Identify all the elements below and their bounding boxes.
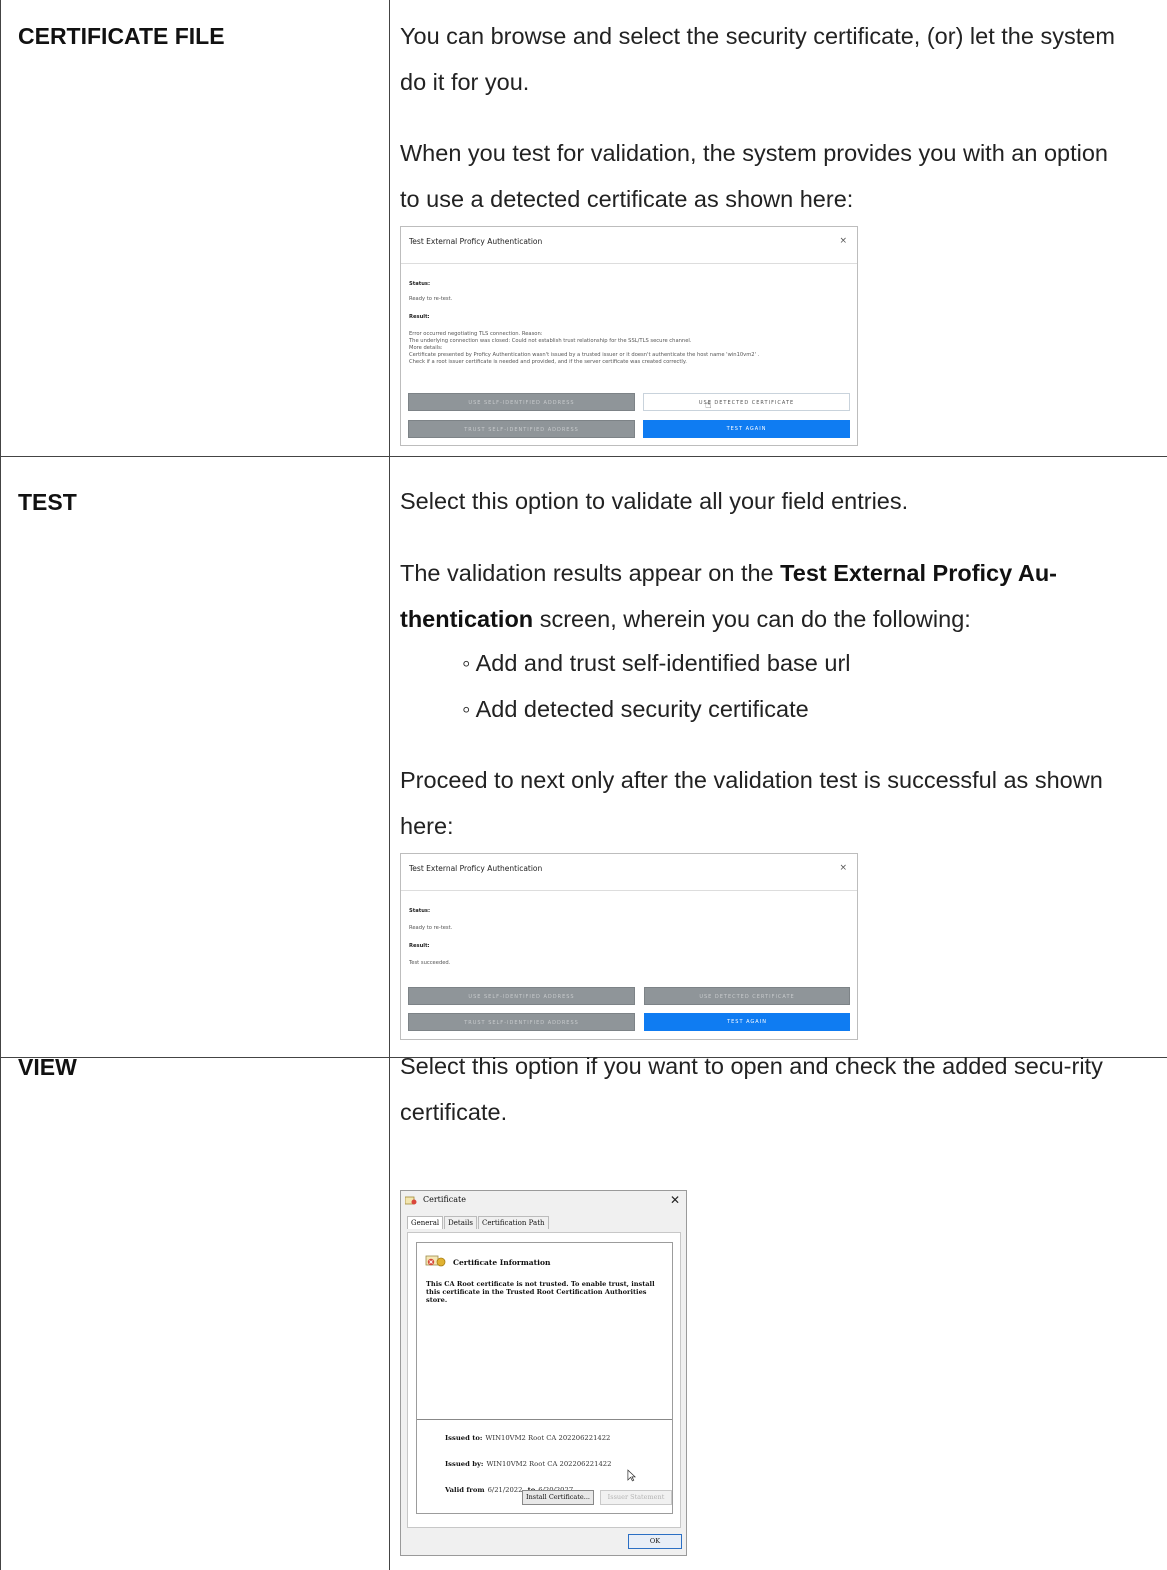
result-line: Error occurred negotiating TLS connectio… — [409, 331, 543, 337]
test-results-text-end: screen, wherein you can do the following… — [533, 606, 971, 632]
close-icon: × — [839, 236, 847, 246]
certificate-info-title: Certificate Information — [453, 1258, 551, 1267]
test-again-button: TEST AGAIN — [643, 420, 850, 438]
hand-cursor-icon: ☝ — [705, 398, 712, 411]
result-line: Check if a root issuer certificate is ne… — [409, 359, 687, 365]
valid-from-value: 6/21/2022 — [487, 1486, 523, 1494]
result-value: Test succeeded. — [409, 960, 451, 966]
certificate-trust-warning: This CA Root certificate is not trusted.… — [426, 1280, 655, 1305]
test-dialog-success-screenshot: Test External Proficy Authentication × S… — [400, 853, 858, 1040]
use-detected-certificate-button: USE DETECTED CERTIFICATE — [644, 987, 850, 1005]
test-dialog-failure-screenshot: Test External Proficy Authentication × S… — [400, 226, 858, 446]
close-icon: ✕ — [669, 1193, 680, 1207]
certificate-icon — [405, 1196, 417, 1205]
valid-from-label: Valid from — [445, 1486, 485, 1494]
bullet-item: ◦ Add detected security certificate — [462, 686, 809, 732]
certificate-file-description: You can browse and select the security c… — [400, 23, 1115, 95]
table-column-divider — [389, 0, 390, 1570]
status-value: Ready to re-test. — [409, 296, 453, 302]
status-label: Status: — [409, 281, 431, 287]
dialog-title: Test External Proficy Authentication — [409, 864, 543, 873]
bullet-icon: ◦ — [462, 696, 471, 722]
bullet-text: Add and trust self-identified base url — [475, 650, 851, 676]
use-detected-certificate-button: USE DETECTED CERTIFICATE — [643, 393, 850, 411]
row-label-test: TEST — [18, 489, 77, 515]
test-success-note: Proceed to next only after the validatio… — [400, 767, 1103, 839]
status-value: Ready to re-test. — [409, 925, 453, 931]
dialog-title: Test External Proficy Authentication — [409, 237, 543, 246]
table-left-border — [0, 0, 1, 1570]
test-description: Select this option to validate all your … — [400, 488, 909, 514]
issued-to-label: Issued to: — [445, 1434, 483, 1442]
close-icon: × — [839, 863, 847, 873]
test-again-button: TEST AGAIN — [644, 1013, 850, 1031]
result-label: Result: — [409, 314, 430, 320]
use-self-identified-address-button: USE SELF-IDENTIFIED ADDRESS — [408, 393, 635, 411]
row-divider-1 — [0, 456, 1167, 457]
trust-self-identified-address-button: TRUST SELF-IDENTIFIED ADDRESS — [408, 1013, 635, 1031]
bullet-icon: ◦ — [462, 650, 471, 676]
certificate-general-panel: Certificate Information This CA Root cer… — [407, 1232, 681, 1528]
issued-to-row: Issued to: WIN10VM2 Root CA 202206221422 — [445, 1434, 610, 1442]
tab-certification-path: Certification Path — [477, 1216, 549, 1229]
install-certificate-button: Install Certificate... — [522, 1490, 594, 1505]
view-description: Select this option if you want to open a… — [400, 1053, 1103, 1125]
row-label-view: VIEW — [18, 1054, 77, 1080]
issued-by-row: Issued by: WIN10VM2 Root CA 202206221422 — [445, 1460, 611, 1468]
result-line: The underlying connection was closed: Co… — [409, 338, 692, 344]
certificate-window-screenshot: Certificate ✕ General Details Certificatio… — [400, 1190, 687, 1556]
certificate-window-title: Certificate — [423, 1195, 466, 1204]
bullet-item: ◦ Add and trust self-identified base url — [462, 640, 851, 686]
issued-by-value: WIN10VM2 Root CA 202206221422 — [486, 1460, 612, 1468]
certificate-info-divider — [417, 1419, 672, 1420]
status-label: Status: — [409, 908, 431, 914]
issuer-statement-button: Issuer Statement — [600, 1490, 672, 1505]
certificate-file-validation-note: When you test for validation, the system… — [400, 140, 1108, 212]
test-results-description: The validation results appear on the Tes… — [400, 550, 1130, 642]
dialog-header-divider — [401, 890, 857, 891]
issued-by-label: Issued by: — [445, 1460, 484, 1468]
certificate-tabs: General Details Certification Path — [407, 1216, 550, 1229]
ok-button: OK — [628, 1534, 682, 1549]
result-line: Certificate presented by Proficy Authent… — [409, 352, 760, 358]
pointer-cursor-icon — [627, 1469, 636, 1482]
certificate-warning-icon — [425, 1255, 446, 1267]
bullet-text: Add detected security certificate — [475, 696, 809, 722]
trust-self-identified-address-button: TRUST SELF-IDENTIFIED ADDRESS — [408, 420, 635, 438]
certificate-info-box: Certificate Information This CA Root cer… — [416, 1242, 673, 1514]
tab-general: General — [407, 1216, 444, 1229]
dialog-header-divider — [401, 263, 857, 264]
tab-details: Details — [444, 1216, 477, 1229]
issued-to-value: WIN10VM2 Root CA 202206221422 — [485, 1434, 611, 1442]
row-label-certificate-file: CERTIFICATE FILE — [18, 23, 225, 49]
test-results-text: The validation results appear on the — [400, 560, 781, 586]
result-label: Result: — [409, 943, 430, 949]
use-self-identified-address-button: USE SELF-IDENTIFIED ADDRESS — [408, 987, 635, 1005]
result-line: More details: — [409, 345, 443, 351]
